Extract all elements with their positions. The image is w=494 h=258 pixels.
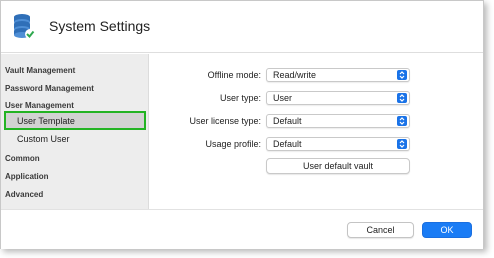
user-type-select[interactable]: User [266,91,410,105]
sidebar-item-application[interactable]: Application [5,172,49,181]
database-check-icon [12,12,36,40]
usage-profile-select[interactable]: Default [266,137,410,151]
sidebar-item-user-template[interactable]: User Template [17,116,75,126]
usage-profile-label: Usage profile: [205,139,261,149]
offline-mode-label: Offline mode: [207,70,261,80]
sidebar-item-advanced[interactable]: Advanced [5,190,43,199]
chevron-up-down-icon [397,139,407,149]
settings-content: Offline mode: Read/write User type: User… [150,54,483,209]
system-settings-window: System Settings Vault Management Passwor… [0,0,484,249]
sidebar-item-vault-management[interactable]: Vault Management [5,66,75,75]
sidebar-item-common[interactable]: Common [5,154,40,163]
offline-mode-value: Read/write [273,70,317,80]
user-license-type-select[interactable]: Default [266,114,410,128]
sidebar-item-custom-user[interactable]: Custom User [17,134,70,144]
title-bar: System Settings [1,1,483,53]
user-type-label: User type: [219,93,261,103]
dialog-footer: Cancel OK [1,209,483,249]
user-default-vault-button[interactable]: User default vault [266,158,410,174]
chevron-up-down-icon [397,116,407,126]
sidebar-item-user-management[interactable]: User Management [5,101,74,110]
offline-mode-select[interactable]: Read/write [266,68,410,82]
usage-profile-value: Default [273,139,302,149]
user-type-value: User [273,93,293,103]
chevron-up-down-icon [397,93,407,103]
user-license-type-label: User license type: [189,116,261,126]
chevron-up-down-icon [397,70,407,80]
settings-sidebar: Vault Management Password Management Use… [1,54,149,209]
sidebar-item-password-management[interactable]: Password Management [5,84,94,93]
cancel-button[interactable]: Cancel [347,222,414,238]
user-license-type-value: Default [273,116,302,126]
window-title: System Settings [49,18,151,34]
ok-button[interactable]: OK [422,222,472,238]
